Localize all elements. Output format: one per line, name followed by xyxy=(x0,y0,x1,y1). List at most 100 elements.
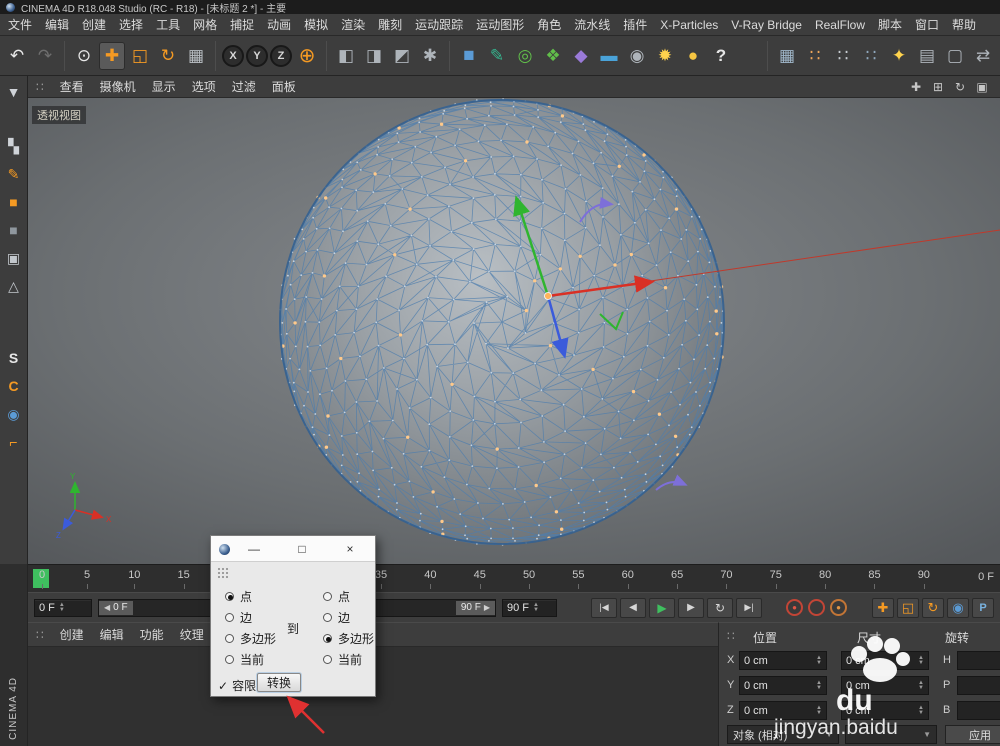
viewport-menu-item[interactable]: 面板 xyxy=(272,78,296,95)
polygons-mode-icon[interactable]: △ xyxy=(3,275,25,297)
add-deformer-icon[interactable]: ◆ xyxy=(568,42,594,70)
tolerance-checkbox[interactable]: ✓ 容限 xyxy=(218,677,256,694)
key-parameter-icon[interactable]: ◉ xyxy=(947,598,969,618)
size-y-field[interactable]: 0 cm▲▼ xyxy=(841,676,929,695)
pan-view-icon[interactable]: ✚ xyxy=(906,78,926,96)
add-floor-icon[interactable]: ▬ xyxy=(596,42,622,70)
menu-item[interactable]: 工具 xyxy=(156,16,180,33)
lock-workplane-icon[interactable]: ◉ xyxy=(3,403,25,425)
option-from-points[interactable]: 点 xyxy=(225,588,252,605)
goto-start-icon[interactable]: |◀ xyxy=(591,598,617,618)
workplane-icon[interactable]: ▦ xyxy=(774,42,800,70)
menu-item[interactable]: 运动图形 xyxy=(476,16,524,33)
coordinate-system-icon[interactable]: ⊕ xyxy=(294,42,320,70)
menu-item[interactable]: 插件 xyxy=(623,16,647,33)
radio-icon[interactable] xyxy=(323,592,332,601)
menu-item[interactable]: 动画 xyxy=(267,16,291,33)
menu-item[interactable]: RealFlow xyxy=(815,18,865,32)
radio-icon[interactable] xyxy=(225,592,234,601)
key-scale-icon[interactable]: ◱ xyxy=(897,598,919,618)
grid-points-icon[interactable]: ∷ xyxy=(858,42,884,70)
menu-item[interactable]: 选择 xyxy=(119,16,143,33)
menu-item[interactable]: 渲染 xyxy=(341,16,365,33)
menu-item[interactable]: 编辑 xyxy=(45,16,69,33)
lighting-icon[interactable]: ✦ xyxy=(886,42,912,70)
close-button[interactable]: × xyxy=(337,536,363,562)
display-mode-icon[interactable]: ▢ xyxy=(942,42,968,70)
panel-grip-icon[interactable]: ∷ xyxy=(727,629,735,643)
y-axis-lock-icon[interactable]: Y xyxy=(246,45,268,67)
edges-mode-icon[interactable]: ▣ xyxy=(3,247,25,269)
snap-modes-icon[interactable]: ⌐ xyxy=(3,431,25,453)
help-icon[interactable]: ? xyxy=(708,42,734,70)
add-spline-icon[interactable]: ✎ xyxy=(484,42,510,70)
stepper-arrows-icon[interactable]: ▲▼ xyxy=(816,681,822,691)
range-start-handle[interactable]: ◀ 0 F xyxy=(99,601,133,615)
x-axis-lock-icon[interactable]: X xyxy=(222,45,244,67)
redo-icon[interactable]: ↷ xyxy=(32,42,58,70)
live-selection-icon[interactable]: ⊙ xyxy=(71,42,97,70)
key-pla-icon[interactable]: P xyxy=(972,598,994,618)
radio-icon[interactable] xyxy=(323,655,332,664)
rotation-p-field[interactable] xyxy=(957,676,1000,695)
add-camera-icon[interactable]: ◉ xyxy=(624,42,650,70)
panel-grip-icon[interactable]: ∷ xyxy=(36,628,44,642)
option-to-polygons[interactable]: 多边形 xyxy=(323,630,374,647)
menu-item[interactable]: 创建 xyxy=(82,16,106,33)
size-x-field[interactable]: 0 cm▲▼ xyxy=(841,651,929,670)
record-options-icon[interactable]: ● xyxy=(830,599,847,616)
material-menu-item[interactable]: 编辑 xyxy=(100,626,124,643)
render-view-icon[interactable]: ◧ xyxy=(333,42,359,70)
radio-icon[interactable] xyxy=(225,634,234,643)
apply-button[interactable]: 应用 xyxy=(945,725,1000,744)
scale-tool-icon[interactable]: ◱ xyxy=(127,42,153,70)
stepper-arrows-icon[interactable]: ▲▼ xyxy=(918,706,924,716)
menu-item[interactable]: 脚本 xyxy=(878,16,902,33)
record-keyframe-icon[interactable]: ● xyxy=(786,599,803,616)
minimize-button[interactable]: — xyxy=(241,536,267,562)
render-team-icon[interactable]: ◩ xyxy=(389,42,415,70)
add-light-icon[interactable]: ✹ xyxy=(652,42,678,70)
viewport-menu-item[interactable]: 过滤 xyxy=(232,78,256,95)
material-menu-item[interactable]: 创建 xyxy=(60,626,84,643)
play-icon[interactable]: ▶ xyxy=(649,598,675,618)
z-axis-lock-icon[interactable]: Z xyxy=(270,45,292,67)
size-z-field[interactable]: 0 cm▲▼ xyxy=(841,701,929,720)
menu-item[interactable]: 运动跟踪 xyxy=(415,16,463,33)
maximize-button[interactable]: □ xyxy=(289,536,315,562)
position-y-field[interactable]: 0 cm▲▼ xyxy=(739,676,827,695)
option-from-edges[interactable]: 边 xyxy=(225,609,252,626)
points-mode-icon[interactable]: ■ xyxy=(3,219,25,241)
radio-icon[interactable] xyxy=(225,655,234,664)
texture-mode-icon[interactable]: ✎ xyxy=(3,163,25,185)
viewport-menu-item[interactable]: 摄像机 xyxy=(100,78,136,95)
menu-item[interactable]: 文件 xyxy=(8,16,32,33)
viewport-menu-item[interactable]: 查看 xyxy=(60,78,84,95)
option-to-edges[interactable]: 边 xyxy=(323,609,350,626)
sphere-object[interactable] xyxy=(279,98,724,545)
make-editable-icon[interactable]: ▼ xyxy=(3,81,25,103)
model-mode-icon[interactable]: ▚ xyxy=(3,135,25,157)
size-mode-dropdown[interactable]: ▼ xyxy=(845,725,937,744)
menu-item[interactable]: 捕捉 xyxy=(230,16,254,33)
viewport-menu-item[interactable]: 显示 xyxy=(152,78,176,95)
switch-layout-icon[interactable]: ⇄ xyxy=(970,42,996,70)
undo-icon[interactable]: ↶ xyxy=(4,42,30,70)
key-position-icon[interactable]: ✚ xyxy=(872,598,894,618)
option-from-polygons[interactable]: 多边形 xyxy=(225,630,276,647)
radio-icon[interactable] xyxy=(225,613,234,622)
option-to-current[interactable]: 当前 xyxy=(323,651,362,668)
goto-end-icon[interactable]: ▶| xyxy=(736,598,762,618)
viewport-solo-icon[interactable]: S xyxy=(3,347,25,369)
add-generator-icon[interactable]: ◎ xyxy=(512,42,538,70)
viewport-menu-item[interactable]: 选项 xyxy=(192,78,216,95)
last-tool-icon[interactable]: ▦ xyxy=(183,42,209,70)
material-menu-item[interactable]: 功能 xyxy=(140,626,164,643)
option-to-points[interactable]: 点 xyxy=(323,588,350,605)
menu-item[interactable]: 流水线 xyxy=(574,16,610,33)
dialog-titlebar[interactable]: — □ × xyxy=(211,536,375,562)
timeline-ruler[interactable]: 051015202530354045505560657075808590 0 F xyxy=(28,564,1000,592)
menu-item[interactable]: X-Particles xyxy=(660,18,718,32)
render-picture-viewer-icon[interactable]: ◨ xyxy=(361,42,387,70)
range-end-handle[interactable]: 90 F ▶ xyxy=(456,601,495,615)
